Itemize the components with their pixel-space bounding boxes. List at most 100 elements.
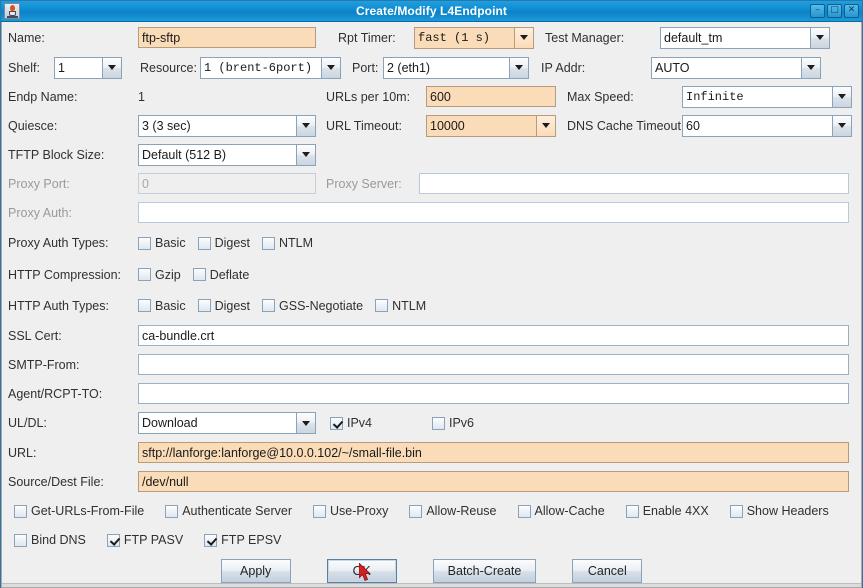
- create-modify-l4endpoint-window: Create/Modify L4Endpoint – □ ✕ Name: ftp…: [0, 0, 863, 588]
- checkbox-box: [106, 533, 120, 547]
- test-manager-select[interactable]: default_tm: [660, 26, 830, 49]
- checkbox-label: Show Headers: [746, 504, 829, 518]
- proxy-server-input[interactable]: [419, 173, 849, 194]
- checkbox-compression-deflate[interactable]: Deflate: [192, 268, 249, 282]
- row-proxy-port: Proxy Port: 0 Proxy Server:: [8, 169, 855, 198]
- checkbox-ipv6[interactable]: IPv6: [432, 416, 474, 430]
- smtp-from-label: SMTP-From:: [8, 357, 80, 372]
- resource-select[interactable]: 1 (brent-6port): [200, 56, 341, 79]
- rpt-timer-label: Rpt Timer:: [338, 30, 396, 45]
- agent-rcpt-to-label: Agent/RCPT-TO:: [8, 386, 103, 401]
- checkbox-proxy-auth-ntlm[interactable]: NTLM: [262, 236, 313, 250]
- ul-dl-value: Download: [142, 416, 198, 430]
- close-icon[interactable]: ✕: [844, 4, 859, 18]
- checkbox-proxy-auth-digest[interactable]: Digest: [197, 236, 251, 250]
- checkbox-http-auth-ntlm[interactable]: NTLM: [375, 299, 426, 313]
- checkbox-proxy-auth-basic[interactable]: Basic: [138, 236, 186, 250]
- window-title: Create/Modify L4Endpoint: [355, 4, 508, 18]
- checkbox-box: [197, 236, 211, 250]
- quiesce-label: Quiesce:: [8, 118, 58, 133]
- checkbox-box: [138, 299, 151, 312]
- title-bar: Create/Modify L4Endpoint – □ ✕: [1, 1, 862, 22]
- urls-per-10m-input[interactable]: 600: [426, 86, 556, 107]
- name-label: Name:: [8, 30, 45, 45]
- checkbox-ftp-pasv[interactable]: FTP PASV: [106, 533, 184, 547]
- port-select[interactable]: 2 (eth1): [383, 56, 529, 79]
- rpt-timer-select[interactable]: fast (1 s): [414, 26, 534, 49]
- url-timeout-value: 10000: [430, 118, 465, 133]
- resource-label: Resource:: [140, 60, 197, 75]
- checkbox-label: IPv6: [449, 416, 475, 430]
- minimize-icon[interactable]: –: [810, 4, 825, 18]
- chevron-down-icon: [514, 27, 533, 48]
- checkbox-box: [729, 504, 743, 518]
- checkbox-label: FTP EPSV: [221, 533, 282, 547]
- checkbox-enable-4xx[interactable]: Enable 4XX: [625, 504, 709, 518]
- http-compression-label: HTTP Compression:: [8, 267, 121, 282]
- smtp-from-input[interactable]: [138, 354, 849, 375]
- checkbox-label: Basic: [155, 236, 186, 250]
- apply-button[interactable]: Apply: [220, 558, 291, 583]
- minimize-glyph: –: [815, 5, 820, 15]
- quiesce-value: 3 (3 sec): [142, 118, 191, 133]
- row-proxy-auth: Proxy Auth:: [8, 198, 855, 227]
- ok-button[interactable]: OK: [326, 558, 397, 583]
- tftp-block-size-select[interactable]: Default (512 B): [138, 143, 316, 166]
- shelf-select[interactable]: 1: [54, 56, 122, 79]
- checkbox-show-headers[interactable]: Show Headers: [729, 504, 829, 518]
- batch-create-button[interactable]: Batch-Create: [432, 558, 537, 583]
- url-timeout-label: URL Timeout:: [326, 118, 402, 133]
- row-proxy-auth-types: Proxy Auth Types: Basic Digest NTLM: [8, 227, 855, 259]
- checkbox-box: [409, 504, 423, 518]
- checkbox-http-auth-gss-negotiate[interactable]: GSS-Negotiate: [262, 299, 363, 313]
- checkbox-http-auth-basic[interactable]: Basic: [138, 299, 186, 313]
- max-speed-select[interactable]: Infinite: [682, 85, 852, 108]
- checkbox-box: [197, 299, 211, 312]
- checkbox-allow-cache[interactable]: Allow-Cache: [517, 504, 605, 518]
- chevron-down-icon: [832, 86, 851, 107]
- checkbox-label: FTP PASV: [123, 533, 184, 547]
- checkbox-use-proxy[interactable]: Use-Proxy: [313, 504, 388, 518]
- checkbox-box: [375, 299, 389, 312]
- status-strip: [2, 583, 861, 587]
- ip-addr-select[interactable]: AUTO: [651, 56, 821, 79]
- checkbox-label: NTLM: [392, 298, 427, 313]
- checkbox-compression-gzip[interactable]: Gzip: [138, 268, 181, 282]
- ip-addr-value: AUTO: [655, 60, 690, 75]
- source-dest-file-input[interactable]: /dev/null: [138, 471, 849, 492]
- checkbox-label: Digest: [214, 236, 251, 250]
- checkbox-label: Get-URLs-From-File: [31, 504, 145, 518]
- checkbox-http-auth-digest[interactable]: Digest: [197, 299, 250, 313]
- cancel-button[interactable]: Cancel: [572, 558, 643, 583]
- dns-cache-timeout-select[interactable]: 60: [682, 114, 852, 137]
- checkbox-bind-dns[interactable]: Bind DNS: [14, 533, 86, 547]
- agent-rcpt-to-input[interactable]: [138, 383, 849, 404]
- checkbox-ftp-epsv[interactable]: FTP EPSV: [204, 533, 281, 547]
- name-input[interactable]: ftp-sftp: [138, 27, 316, 48]
- urls-per-10m-label: URLs per 10m:: [326, 89, 411, 104]
- checkbox-authenticate-server[interactable]: Authenticate Server: [165, 504, 292, 518]
- proxy-auth-input[interactable]: [138, 202, 849, 223]
- url-timeout-select[interactable]: 10000: [426, 114, 556, 137]
- row-source-dest-file: Source/Dest File: /dev/null: [8, 467, 855, 496]
- proxy-server-label: Proxy Server:: [326, 176, 402, 191]
- ip-addr-label: IP Addr:: [541, 60, 586, 75]
- checkbox-get-urls-from-file[interactable]: Get-URLs-From-File: [14, 504, 144, 518]
- url-label: URL:: [8, 445, 37, 460]
- ul-dl-select[interactable]: Download: [138, 412, 316, 434]
- checkbox-box: [138, 236, 151, 250]
- quiesce-select[interactable]: 3 (3 sec): [138, 114, 316, 137]
- checkbox-allow-reuse[interactable]: Allow-Reuse: [409, 504, 497, 518]
- chevron-down-icon: [296, 413, 315, 433]
- url-input[interactable]: sftp://lanforge:lanforge@10.0.0.102/~/sm…: [138, 442, 849, 463]
- proxy-port-input[interactable]: 0: [138, 173, 316, 194]
- checkbox-ipv4[interactable]: IPv4: [330, 416, 432, 430]
- tftp-block-size-value: Default (512 B): [142, 147, 227, 162]
- checkbox-box: [192, 268, 206, 281]
- ssl-cert-input[interactable]: ca-bundle.crt: [138, 325, 849, 346]
- source-dest-file-label: Source/Dest File:: [8, 474, 104, 489]
- maximize-icon[interactable]: □: [827, 4, 842, 18]
- checkbox-label: Bind DNS: [31, 533, 86, 547]
- checkbox-label: GSS-Negotiate: [279, 298, 364, 313]
- chevron-down-icon: [509, 57, 528, 78]
